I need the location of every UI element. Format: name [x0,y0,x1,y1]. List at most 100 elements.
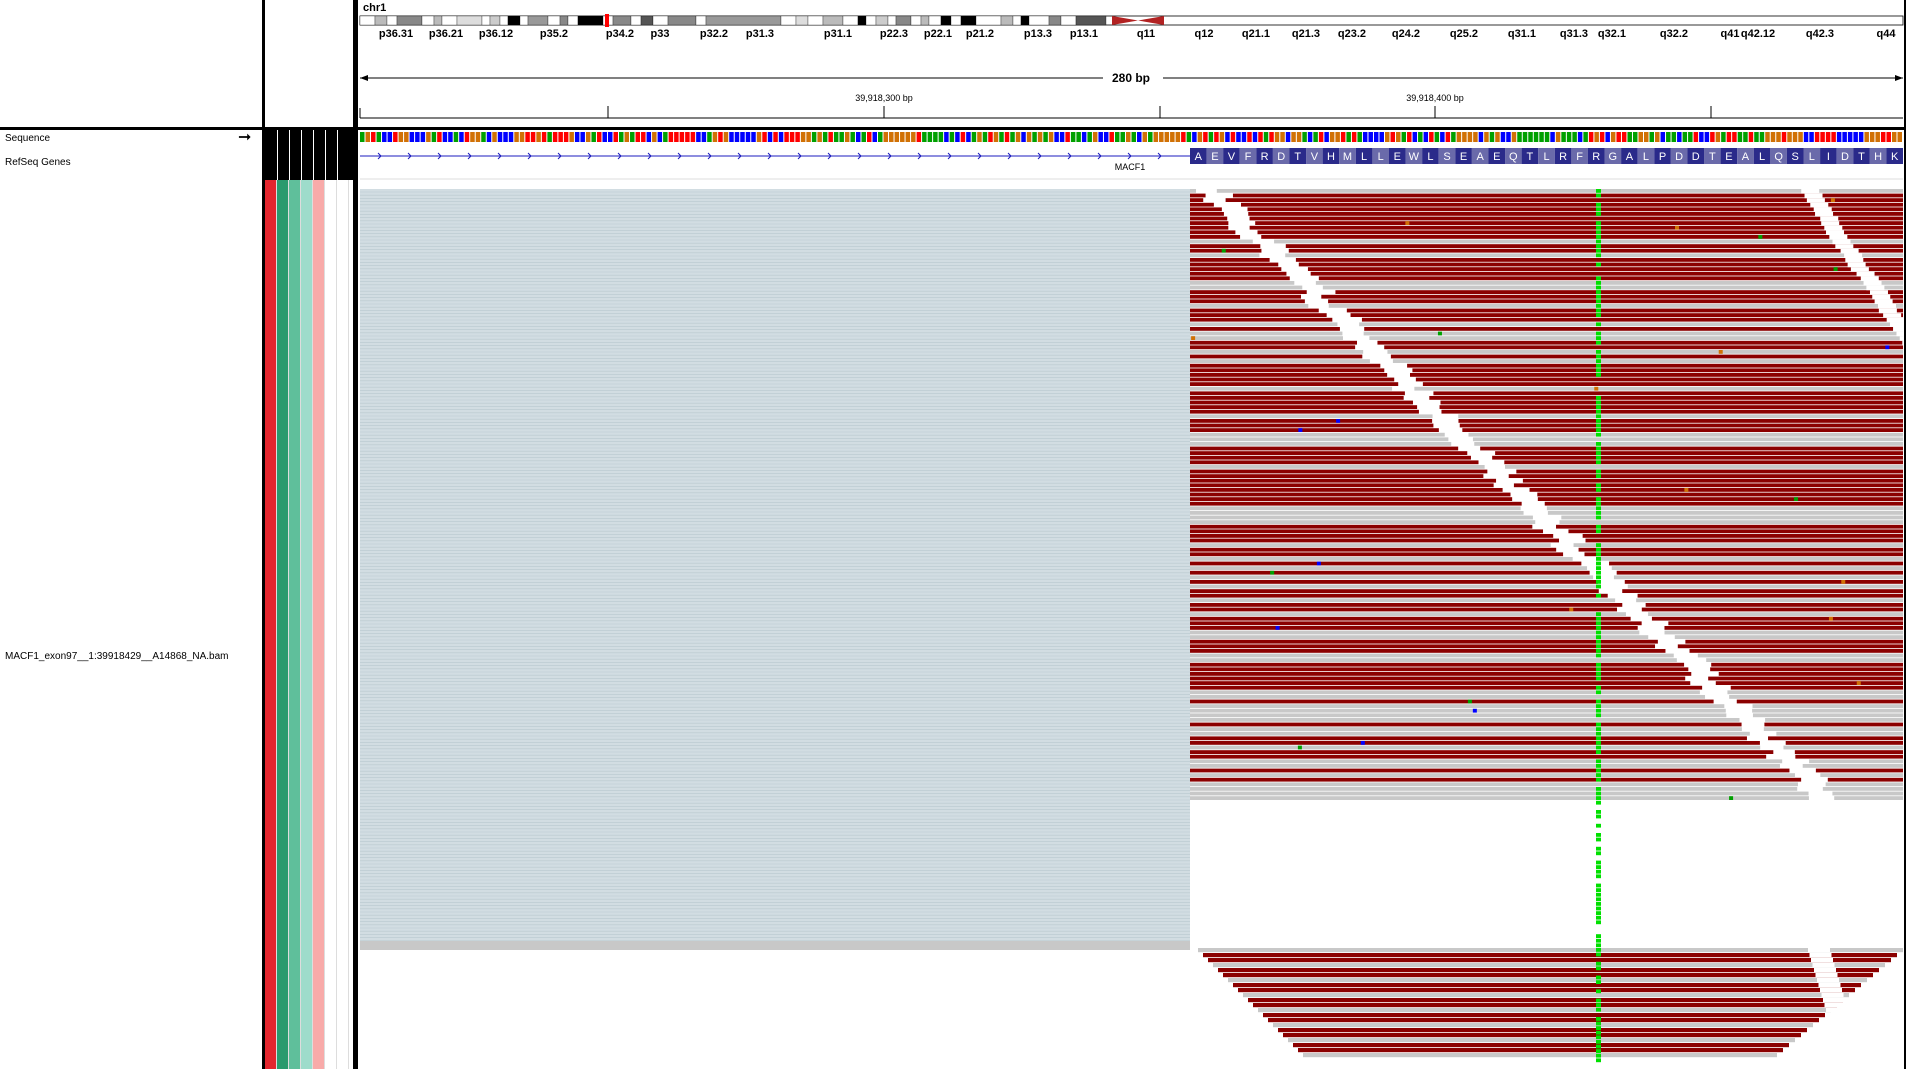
ideogram-band [481,15,491,26]
sequence-base [1660,132,1666,142]
snp-base [1596,667,1601,672]
sequence-base [569,132,574,142]
attribute-cell[interactable] [289,180,301,1069]
attribute-cell[interactable] [277,180,289,1069]
sequence-base [833,132,839,142]
snp-base [1596,1026,1601,1030]
data-panel[interactable]: chr1 p36.31 p36.21 p36.12 p35.2 p34.2 p33 p32.… [358,0,1906,1069]
sequence-base [371,132,376,142]
sequence-base [1065,132,1070,142]
ideogram-band [1048,15,1062,26]
snp-base [1596,787,1601,791]
attribute-cell[interactable] [337,180,349,1069]
chromosome-label: chr1 [363,2,387,14]
snp-base [1596,846,1601,851]
snp-base [1596,764,1601,768]
ideogram-band [1075,15,1107,26]
sequence-base [1225,132,1230,142]
attribute-cell[interactable] [325,180,337,1069]
sequence-base [977,132,982,142]
read [1600,557,1903,561]
sequence-base [503,132,508,142]
mismatch [1336,419,1341,423]
sequence-base [519,132,525,142]
sequence-base [1081,132,1087,142]
sequence-track[interactable]: MACF1A E V F R D T V H M L L E W L S E A E Q T L R F R G A L P D D T E A L… [358,130,1906,182]
ideogram-band-label: q31.1 [1508,28,1536,40]
sequence-base [1754,132,1759,142]
attribute-header[interactable] [265,0,353,127]
snp-base [1596,294,1601,299]
snp-base [1596,368,1601,373]
sequence-base [784,132,789,142]
read [1190,414,1433,419]
amino-acid-label: K [1891,151,1899,163]
read-gap [1830,1023,1853,1028]
sequence-base [1649,132,1655,142]
sequence-base [767,132,773,142]
gene-name[interactable]: MACF1 [1115,162,1146,172]
sequence-base [1418,132,1423,142]
sequence-base [1599,132,1605,142]
snp-base [1596,336,1601,340]
alignment-track[interactable] [358,182,1906,1069]
ideogram-band-label: p34.2 [606,28,634,40]
chromosome-ideogram[interactable]: p36.31 p36.21 p36.12 p35.2 p34.2 p33 p32.2 p31.… [358,14,1906,42]
read [1462,428,1903,432]
snp-base [1596,221,1601,225]
snp-base [1596,285,1601,290]
snp-base [1596,423,1601,428]
right-arrow-icon[interactable]: ➞ [238,130,251,146]
read [1232,193,1903,198]
ideogram-band-label: p32.2 [700,28,728,40]
read [1190,442,1452,446]
sequence-base [1539,132,1544,142]
attribute-cell[interactable] [313,180,325,1069]
mismatch [1191,336,1196,340]
refseq-track-name[interactable]: RefSeq Genes [5,157,71,168]
bam-track-name[interactable]: MACF1_exon97__1:39918429__A14868_NA.bam [5,651,229,662]
sequence-base [1891,132,1897,142]
sequence-base [1820,132,1825,142]
read-gap [1815,973,1838,978]
sequence-base [1489,132,1495,142]
ruler[interactable]: 280 bp 39,918,300 bp 39,918,400 bp [358,48,1906,128]
read [1228,978,1867,983]
sequence-base [1092,132,1098,142]
snp-base [1596,736,1601,741]
read [1190,212,1224,216]
read-gap [1829,1018,1851,1023]
sequence-base [883,132,889,142]
ideogram-band-label: p35.2 [540,28,568,40]
snp-base [1596,869,1601,874]
snp-base [1596,442,1601,446]
sequence-base [1643,132,1649,142]
amino-acid-label: D [1277,151,1285,163]
sequence-base [756,132,762,142]
sequence-base [1765,132,1770,142]
snp-base [1596,575,1601,580]
read-gap [1832,239,1851,245]
mismatch [1833,267,1838,271]
amino-acid-label: E [1493,151,1500,163]
sequence-base [475,132,481,142]
read-gap [1824,225,1843,231]
attribute-columns[interactable] [265,180,353,1069]
read [1190,662,1685,667]
snp-base [1596,552,1601,557]
snp-base [1596,777,1601,782]
attribute-cell[interactable] [265,180,277,1069]
read [1218,968,1879,973]
read [1190,359,1370,363]
snp-base [1596,235,1601,239]
snp-base [1596,713,1601,718]
read [1190,543,1551,547]
attribute-cell[interactable] [301,180,313,1069]
sequence-track-name[interactable]: Sequence [5,133,50,144]
sequence-base [789,132,795,142]
read [1328,304,1903,308]
read [1190,419,1433,423]
read [1190,722,1742,727]
snp-base [1596,409,1601,414]
read [1233,983,1861,988]
